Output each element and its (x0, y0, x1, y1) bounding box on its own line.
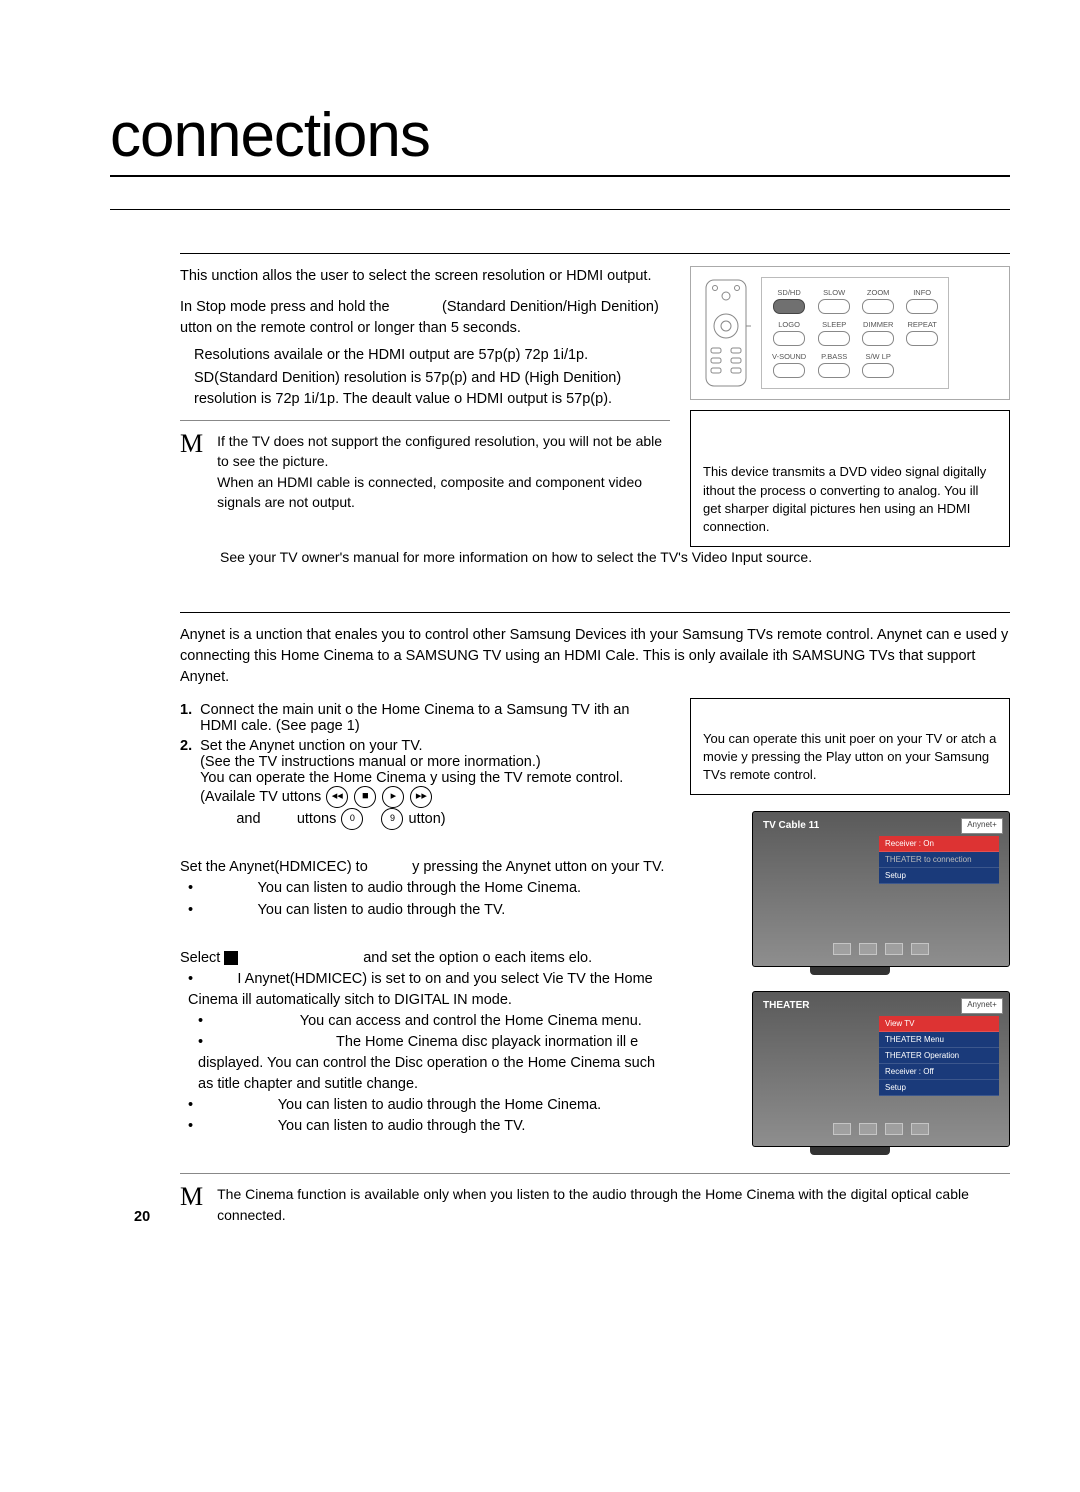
hdmi-note1: If the TV does not support the configure… (217, 431, 670, 472)
t: You can access and control the Home Cine… (300, 1013, 642, 1029)
t: utton) (409, 811, 446, 827)
menu-row: Receiver : Off (879, 1064, 999, 1080)
anynet-step1: Connect the main unit o the Home Cinema … (200, 702, 670, 734)
hdmi-step: In Stop mode press and hold the (Standar… (180, 297, 670, 339)
t: I Anynet(HDMICEC) is set to on and you s… (188, 971, 653, 1008)
tvmenu-label (180, 840, 670, 855)
hdmi-note2: When an HDMI cable is connected, composi… (217, 472, 670, 513)
sub-anynet (180, 589, 1010, 606)
rule (180, 420, 670, 421)
hdmi-bullet1: Resolutions availale or the HDMI output … (194, 345, 670, 366)
rule (180, 1173, 1010, 1174)
note-icon: M (180, 1184, 203, 1225)
sub-hdmi (180, 230, 1010, 247)
btn: SLEEP (818, 320, 850, 329)
num9-icon: 9 (381, 808, 403, 830)
theater-label (180, 931, 670, 946)
tv1-title: TV Cable 11 (763, 820, 819, 831)
callout-body: This device transmits a DVD video signal… (703, 463, 997, 536)
button-panel: SD/HD SLOW ZOOM INFO LOGO SLEEP DIMMER R… (761, 277, 949, 389)
t: You can listen to audio through the TV. (258, 902, 506, 918)
t: You can listen to audio through the Home… (258, 880, 582, 896)
page-number: 20 (134, 1209, 150, 1225)
anynet-callout: You can operate this unit poer on your T… (690, 698, 1010, 795)
callout-head (703, 421, 997, 439)
btn: INFO (906, 288, 938, 297)
t: In Stop mode press and hold the (180, 299, 390, 315)
black-box-icon (224, 951, 238, 965)
menu-row: THEATER Menu (879, 1032, 999, 1048)
menu-row: Setup (879, 1080, 999, 1096)
t: y pressing the Anynet utton on your TV. (412, 859, 664, 875)
t: You can operate this unit poer on your T… (703, 730, 997, 785)
btn: REPEAT (906, 320, 938, 329)
section-hdr-hdmi (110, 187, 1010, 203)
tv2-menu: View TV THEATER Menu THEATER Operation R… (879, 1016, 999, 1096)
anynet-badge: Anynet+ (961, 998, 1003, 1014)
btn: SD/HD (772, 288, 806, 297)
anynet-step2: Set the Anynet unction on your TV. (200, 738, 670, 754)
play-icon: ▸ (382, 786, 404, 808)
rule (180, 612, 1010, 613)
btn: V-SOUND (772, 352, 806, 361)
rewind-icon: ◂◂ (326, 786, 348, 808)
t: uttons (297, 811, 337, 827)
hdmi-note3: See your TV owner's manual for more info… (220, 547, 1010, 567)
num0-icon: 0 (341, 808, 363, 830)
menu-row: THEATER Operation (879, 1048, 999, 1064)
tv1-menu: Receiver : On THEATER to connection Setu… (879, 836, 999, 884)
t: You can listen to audio through the Home… (278, 1097, 602, 1113)
anynet-step2b: (See the TV instructions manual or more … (200, 754, 670, 770)
t: and set the option o each items elo. (363, 950, 592, 966)
remote-icon (701, 278, 751, 388)
hdmi-bullet2: SD(Standard Denition) resolution is 57p(… (194, 368, 670, 410)
t: The Home Cinema disc playack inormation … (198, 1034, 655, 1092)
ffwd-icon: ▸▸ (410, 786, 432, 808)
anynet-badge: Anynet+ (961, 818, 1003, 834)
tv2-title: THEATER (763, 1000, 809, 1011)
hdmi-callout: This device transmits a DVD video signal… (690, 410, 1010, 547)
note-icon: M (180, 431, 203, 512)
t: You can listen to audio through the TV. (278, 1118, 526, 1134)
anynet-intro: Anynet is a unction that enales you to c… (180, 625, 1010, 688)
t: Select (180, 950, 220, 966)
menu-row: View TV (879, 1016, 999, 1032)
btn: ZOOM (862, 288, 894, 297)
btn: DIMMER (862, 320, 894, 329)
remote-diagram: SD/HD SLOW ZOOM INFO LOGO SLEEP DIMMER R… (690, 266, 1010, 400)
tv-screen-2: Anynet+ THEATER View TV THEATER Menu THE… (752, 991, 1010, 1147)
hdmi-intro: This unction allos the user to select th… (180, 266, 670, 287)
t: Set the Anynet(HDMICEC) to (180, 859, 368, 875)
btn: P.BASS (818, 352, 850, 361)
t: and (236, 811, 260, 827)
btn: SLOW (818, 288, 850, 297)
btn: LOGO (772, 320, 806, 329)
anynet-note: The Cinema function is available only wh… (217, 1184, 1010, 1225)
tv-screen-1: Anynet+ TV Cable 11 Receiver : On THEATE… (752, 811, 1010, 967)
rule (180, 253, 1010, 254)
menu-row: Receiver : On (879, 836, 999, 852)
rule (110, 209, 1010, 210)
btn: S/W LP (862, 352, 894, 361)
stop-icon: ■ (354, 786, 376, 808)
menu-row: Setup (879, 868, 999, 884)
page-title: connections (110, 100, 1010, 177)
menu-row: THEATER to connection (879, 852, 999, 868)
